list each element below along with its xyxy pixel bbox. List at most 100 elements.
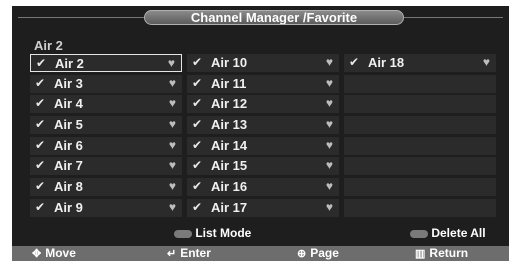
- empty-channel-slot: [344, 136, 496, 155]
- channel-name: Air 17: [211, 199, 248, 215]
- heart-icon: ♥: [168, 96, 176, 111]
- empty-channel-slot: [344, 178, 496, 197]
- channel-row[interactable]: ✔ Air 8 ♥: [30, 178, 182, 197]
- heart-icon: ♥: [325, 137, 333, 152]
- empty-channel-slot: [344, 95, 496, 114]
- move-arrows-icon: ✥: [32, 248, 42, 260]
- channel-column-2: ✔ Air 10 ♥ ✔ Air 11 ♥ ✔ Air 12 ♥ ✔ Air 13 ♥ ✔ Air 14 ♥…: [187, 54, 339, 220]
- enter-hint: ↵ Enter: [167, 246, 211, 262]
- heart-icon: ♥: [482, 55, 490, 69]
- channel-column-1: ✔ Air 2 ♥ ✔ Air 3 ♥ ✔ Air 4 ♥ ✔ Air 5 ♥ ✔ Air 6 ♥ ✔ Air …: [30, 54, 182, 220]
- heart-icon: ♥: [167, 56, 175, 70]
- heart-icon: ♥: [168, 75, 176, 90]
- channel-row[interactable]: ✔ Air 12 ♥: [187, 95, 339, 114]
- heart-icon: ♥: [168, 137, 176, 152]
- channel-row[interactable]: ✔ Air 15 ♥: [187, 157, 339, 176]
- delete-all-label: Delete All: [431, 226, 486, 240]
- channel-row[interactable]: ✔ Air 14 ♥: [187, 136, 339, 155]
- check-icon: ✔: [192, 75, 203, 90]
- enter-label: Enter: [180, 246, 211, 260]
- gray-button-icon: [174, 229, 192, 238]
- move-label: Move: [45, 246, 76, 260]
- page-icon: ⊕: [297, 248, 307, 260]
- heart-icon: ♥: [168, 158, 176, 173]
- check-icon: ✔: [349, 55, 360, 69]
- channel-name: Air 3: [54, 75, 83, 91]
- bottom-nav-bar: ✥ Move ↵ Enter ⊕ Page ▥ Return: [12, 246, 509, 261]
- list-mode-button[interactable]: List Mode: [174, 226, 251, 240]
- channel-row[interactable]: ✔ Air 10 ♥: [187, 54, 339, 72]
- heart-icon: ♥: [325, 158, 333, 173]
- empty-channel-slot: [344, 116, 496, 135]
- check-icon: ✔: [36, 56, 47, 70]
- page-title: Channel Manager /Favorite: [144, 10, 404, 25]
- heart-icon: ♥: [168, 199, 176, 214]
- channel-name: Air 6: [54, 137, 83, 153]
- check-icon: ✔: [192, 158, 203, 173]
- heart-icon: ♥: [325, 117, 333, 132]
- channel-row[interactable]: ✔ Air 17 ♥: [187, 198, 339, 217]
- channel-name: Air 8: [54, 179, 83, 195]
- legend-bar: List Mode Delete All: [12, 226, 509, 244]
- heart-icon: ♥: [168, 179, 176, 194]
- check-icon: ✔: [35, 96, 46, 111]
- empty-channel-slot: [344, 74, 496, 93]
- channel-name: Air 7: [54, 158, 83, 174]
- channel-row[interactable]: ✔ Air 9 ♥: [30, 198, 182, 217]
- delete-all-button[interactable]: Delete All: [410, 226, 486, 240]
- check-icon: ✔: [192, 199, 203, 214]
- heart-icon: ♥: [325, 179, 333, 194]
- channel-name: Air 15: [211, 158, 248, 174]
- empty-channel-slot: [344, 198, 496, 217]
- heart-icon: ♥: [325, 96, 333, 111]
- return-label: Return: [429, 246, 469, 260]
- heart-icon: ♥: [325, 199, 333, 214]
- channel-row[interactable]: ✔ Air 2 ♥: [30, 54, 182, 72]
- return-icon: ▥: [415, 248, 426, 260]
- list-mode-label: List Mode: [195, 226, 252, 240]
- channel-name: Air 4: [54, 96, 83, 112]
- channel-name: Air 16: [211, 179, 248, 195]
- check-icon: ✔: [35, 75, 46, 90]
- page-hint: ⊕ Page: [297, 246, 339, 262]
- move-hint: ✥ Move: [32, 246, 76, 262]
- channel-row[interactable]: ✔ Air 11 ♥: [187, 74, 339, 93]
- check-icon: ✔: [192, 55, 203, 69]
- check-icon: ✔: [192, 96, 203, 111]
- channel-name: Air 2: [55, 56, 84, 71]
- check-icon: ✔: [35, 158, 46, 173]
- channel-name: Air 10: [211, 55, 248, 70]
- check-icon: ✔: [35, 137, 46, 152]
- check-icon: ✔: [192, 117, 203, 132]
- channel-row[interactable]: ✔ Air 7 ♥: [30, 157, 182, 176]
- channel-name: Air 9: [54, 199, 83, 215]
- empty-channel-slot: [344, 157, 496, 176]
- gray-button-icon: [410, 229, 428, 238]
- heart-icon: ♥: [325, 55, 333, 69]
- channel-name: Air 5: [54, 117, 83, 133]
- channel-row[interactable]: ✔ Air 18 ♥: [344, 54, 496, 72]
- enter-icon: ↵: [167, 248, 177, 260]
- check-icon: ✔: [192, 179, 203, 194]
- channel-row[interactable]: ✔ Air 6 ♥: [30, 136, 182, 155]
- channel-row[interactable]: ✔ Air 13 ♥: [187, 116, 339, 135]
- channel-name: Air 12: [211, 96, 248, 112]
- heart-icon: ♥: [325, 75, 333, 90]
- section-label: Air 2: [34, 38, 63, 53]
- osd-window: Channel Manager /Favorite Air 2 ✔ Air 2 ♥ ✔…: [12, 6, 509, 261]
- page-label: Page: [310, 246, 339, 260]
- channel-row[interactable]: ✔ Air 3 ♥: [30, 74, 182, 93]
- check-icon: ✔: [35, 179, 46, 194]
- channel-name: Air 14: [211, 137, 248, 153]
- channel-name: Air 11: [211, 75, 247, 91]
- return-hint: ▥ Return: [415, 246, 468, 262]
- heart-icon: ♥: [168, 117, 176, 132]
- channel-row[interactable]: ✔ Air 16 ♥: [187, 178, 339, 197]
- channel-row[interactable]: ✔ Air 5 ♥: [30, 116, 182, 135]
- channel-name: Air 18: [368, 55, 405, 70]
- channel-column-3: ✔ Air 18 ♥: [344, 54, 496, 220]
- check-icon: ✔: [35, 117, 46, 132]
- channel-row[interactable]: ✔ Air 4 ♥: [30, 95, 182, 114]
- check-icon: ✔: [192, 137, 203, 152]
- channel-name: Air 13: [211, 117, 248, 133]
